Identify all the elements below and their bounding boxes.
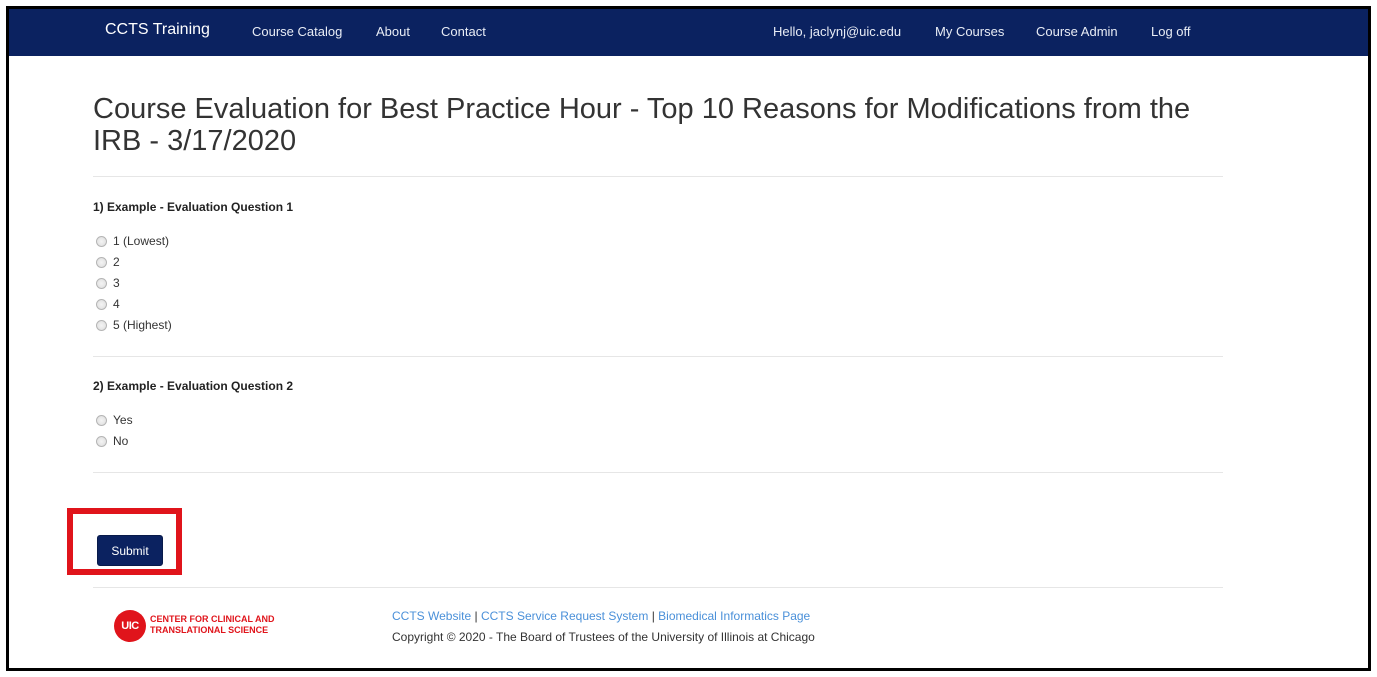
option-label: No <box>113 434 129 448</box>
nav-my-courses[interactable]: My Courses <box>935 24 1004 39</box>
option-label: 1 (Lowest) <box>113 234 170 248</box>
radio-button[interactable] <box>96 235 107 247</box>
option-label: 4 <box>113 297 120 311</box>
option-label: 3 <box>113 276 120 290</box>
q2-option-no[interactable]: No <box>96 432 128 450</box>
logo-text: CENTER FOR CLINICAL AND TRANSLATIONAL SC… <box>150 614 275 636</box>
question-2-label: 2) Example - Evaluation Question 2 <box>93 379 294 393</box>
q1-option-4[interactable]: 4 <box>96 295 120 313</box>
copyright-text: Copyright © 2020 - The Board of Trustees… <box>392 630 815 644</box>
submit-button[interactable]: Submit <box>97 535 163 566</box>
radio-button[interactable] <box>96 277 107 289</box>
divider <box>93 356 1223 357</box>
uic-logo-badge: UIC <box>114 610 146 642</box>
option-label: Yes <box>113 413 133 427</box>
radio-button[interactable] <box>96 298 107 310</box>
footer-links: CCTS Website | CCTS Service Request Syst… <box>392 609 810 623</box>
q1-option-5[interactable]: 5 (Highest) <box>96 316 172 334</box>
nav-course-catalog[interactable]: Course Catalog <box>252 24 342 39</box>
option-label: 2 <box>113 255 120 269</box>
divider <box>93 587 1223 588</box>
nav-user-greeting[interactable]: Hello, jaclynj@uic.edu <box>773 24 901 39</box>
brand-link[interactable]: CCTS Training <box>105 21 210 39</box>
option-label: 5 (Highest) <box>113 318 172 332</box>
q1-option-1[interactable]: 1 (Lowest) <box>96 232 169 250</box>
top-navbar: CCTS Training Course Catalog About Conta… <box>9 9 1368 56</box>
radio-button[interactable] <box>96 435 107 447</box>
nav-about[interactable]: About <box>376 24 410 39</box>
q2-option-yes[interactable]: Yes <box>96 411 133 429</box>
nav-log-off[interactable]: Log off <box>1151 24 1191 39</box>
footer-link-ccts-website[interactable]: CCTS Website <box>392 609 471 623</box>
q1-option-2[interactable]: 2 <box>96 253 120 271</box>
logo-line-1: CENTER FOR CLINICAL AND <box>150 614 275 624</box>
page-title: Course Evaluation for Best Practice Hour… <box>93 93 1191 157</box>
nav-course-admin[interactable]: Course Admin <box>1036 24 1118 39</box>
q1-option-3[interactable]: 3 <box>96 274 120 292</box>
divider <box>93 472 1223 473</box>
footer-separator: | <box>651 609 655 623</box>
radio-button[interactable] <box>96 414 107 426</box>
footer-separator: | <box>474 609 478 623</box>
radio-button[interactable] <box>96 256 107 268</box>
question-1-label: 1) Example - Evaluation Question 1 <box>93 200 294 214</box>
divider <box>93 176 1223 177</box>
footer-link-service-request[interactable]: CCTS Service Request System <box>481 609 648 623</box>
nav-contact[interactable]: Contact <box>441 24 486 39</box>
radio-button[interactable] <box>96 319 107 331</box>
ccts-logo: UIC CENTER FOR CLINICAL AND TRANSLATIONA… <box>114 610 314 642</box>
logo-line-2: TRANSLATIONAL SCIENCE <box>150 625 269 635</box>
footer-link-biomedical-informatics[interactable]: Biomedical Informatics Page <box>658 609 810 623</box>
